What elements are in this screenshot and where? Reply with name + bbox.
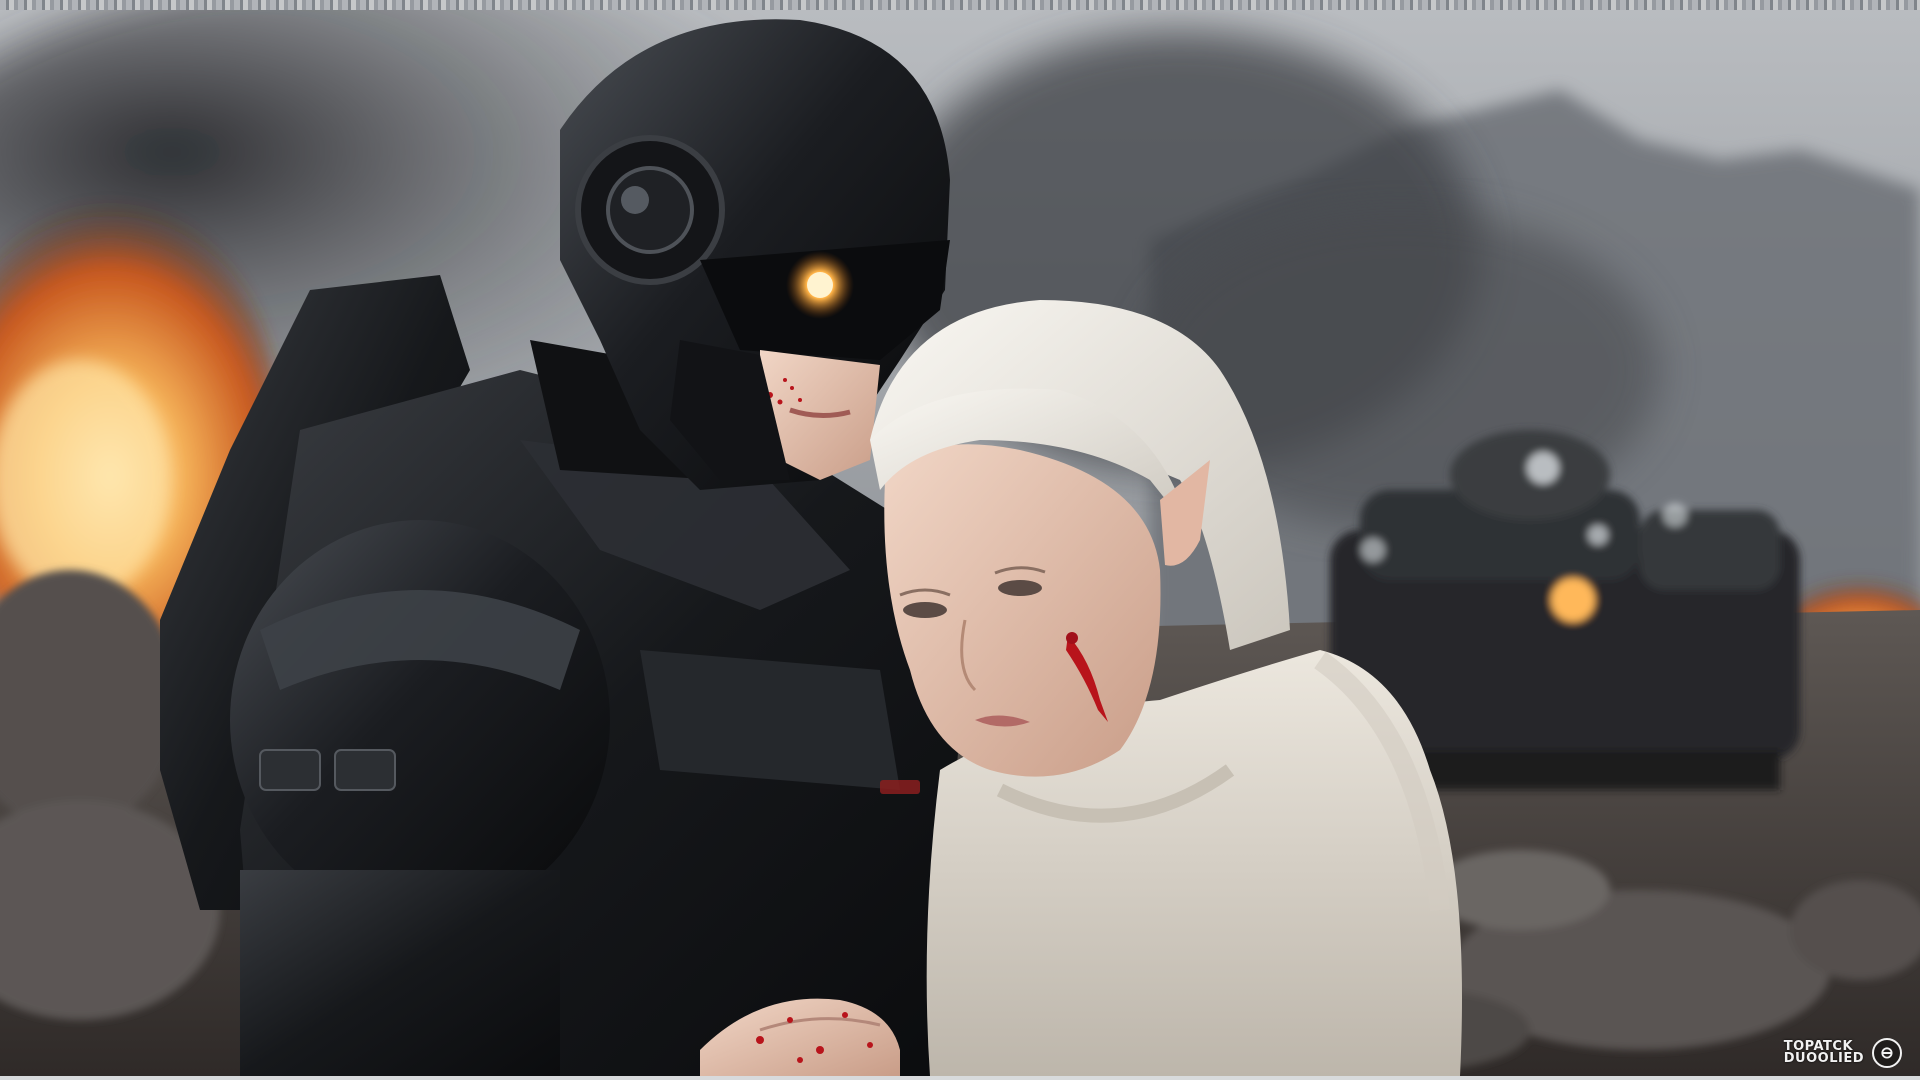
watermark-logo-icon: ⊖: [1872, 1038, 1902, 1068]
robot-arm: [240, 870, 560, 1076]
watermark-line2: DUOOLIED: [1783, 1051, 1864, 1066]
scene-illustration: [0, 10, 1920, 1076]
watermark-text: TOPATCK DUOOLIED: [1783, 1040, 1864, 1066]
vehicle-light: [1551, 578, 1595, 622]
robot-shoulder-pad: [230, 520, 610, 920]
photo-frame: TOPATCK DUOOLIED ⊖: [0, 0, 1920, 1080]
top-border-strip: [0, 0, 1920, 10]
woman-eye-right: [998, 580, 1042, 596]
watermark: TOPATCK DUOOLIED ⊖: [1784, 1038, 1902, 1068]
bottom-border-strip: [0, 1076, 1920, 1080]
woman-eye-left: [903, 602, 947, 618]
